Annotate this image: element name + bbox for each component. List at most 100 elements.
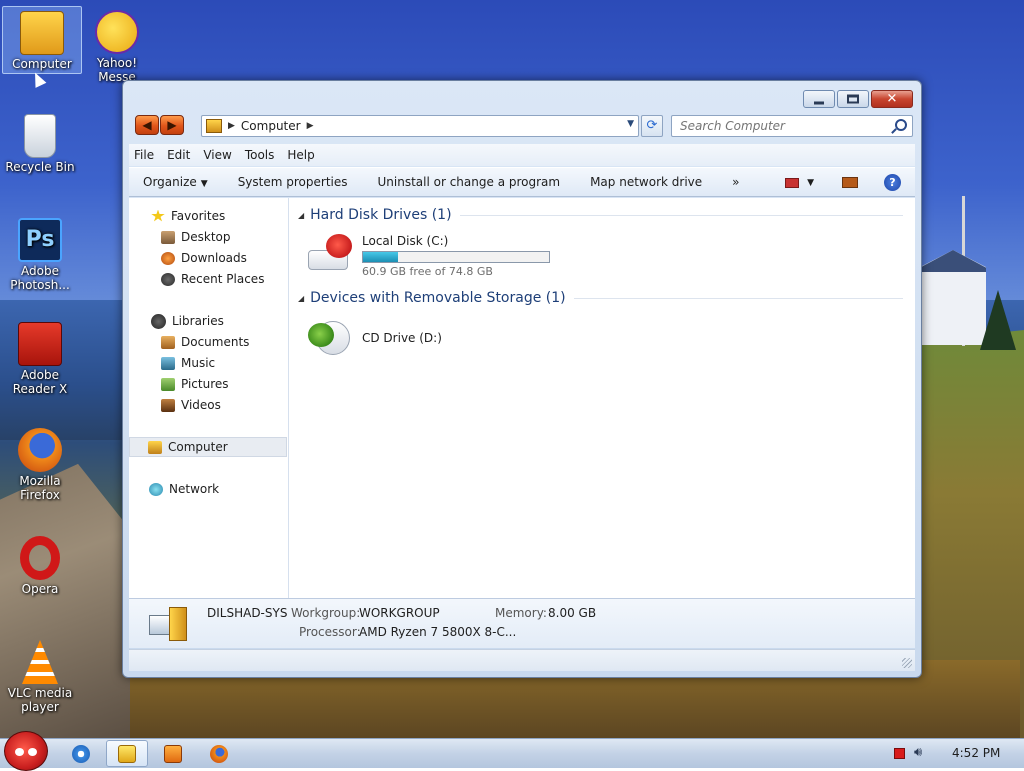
taskbar-internet-explorer[interactable] — [60, 740, 102, 767]
close-icon: ✕ — [886, 91, 898, 107]
menu-edit[interactable]: Edit — [167, 148, 190, 162]
opera-icon — [20, 536, 60, 580]
more-commands-button[interactable]: » — [732, 175, 739, 189]
minimize-icon — [814, 101, 824, 105]
drive-name: CD Drive (D:) — [362, 331, 442, 345]
group-header-removable-storage[interactable]: ◢ Devices with Removable Storage (1) — [298, 290, 903, 306]
tray-notification-icon[interactable] — [894, 748, 905, 759]
resize-grip-icon[interactable] — [902, 658, 912, 668]
nav-desktop[interactable]: Desktop — [129, 227, 287, 247]
view-icon — [785, 177, 800, 188]
desktop-icon-yahoo-messenger[interactable]: Yahoo! Messe — [78, 6, 156, 88]
nav-recent-places[interactable]: Recent Places — [129, 269, 287, 289]
address-bar[interactable]: ▶ Computer ▶ ▼ — [201, 115, 639, 137]
breadcrumb-separator-icon[interactable]: ▶ — [228, 121, 235, 131]
computer-name: DILSHAD-SYS — [207, 606, 288, 620]
map-network-drive-button[interactable]: Map network drive — [590, 175, 702, 189]
desktop-icon-firefox[interactable]: Mozilla Firefox — [0, 424, 80, 510]
vlc-icon — [22, 640, 58, 684]
memory-label: Memory: — [495, 606, 547, 620]
content-pane: ◢ Hard Disk Drives (1) Local Disk (C:) 6… — [290, 198, 915, 598]
navigation-arrows: ◀ ▶ — [135, 115, 185, 135]
drive-usage-fill — [363, 252, 398, 262]
desktop-icon-label: Adobe Photosh... — [10, 264, 70, 292]
drive-usage-bar — [362, 251, 550, 263]
collapse-triangle-icon[interactable]: ◢ — [298, 294, 304, 303]
search-box[interactable] — [671, 115, 913, 137]
taskbar-explorer[interactable] — [106, 740, 148, 767]
nav-label: Pictures — [181, 377, 229, 391]
menu-view[interactable]: View — [203, 148, 231, 162]
nav-label: Music — [181, 356, 216, 370]
close-button[interactable]: ✕ — [871, 90, 913, 108]
explorer-window[interactable]: ✕ ◀ ▶ ▶ Computer ▶ ▼ ⟳ File Edit View To… — [122, 80, 922, 678]
breadcrumb-computer[interactable]: Computer — [241, 119, 301, 133]
chevron-down-icon: ▼ — [807, 177, 814, 188]
nav-computer[interactable]: Computer — [129, 437, 287, 457]
change-view-button[interactable]: ▼ — [785, 177, 814, 188]
folder-icon — [118, 744, 136, 763]
maximize-button[interactable] — [837, 90, 869, 108]
collapse-triangle-icon[interactable]: ◢ — [298, 211, 304, 220]
system-properties-button[interactable]: System properties — [238, 175, 348, 189]
drive-cd-d[interactable]: CD Drive (D:) — [308, 317, 442, 355]
network-icon — [149, 482, 163, 496]
star-icon — [151, 209, 165, 222]
nav-libraries[interactable]: Libraries — [129, 311, 287, 331]
videos-icon — [161, 398, 175, 412]
search-icon[interactable] — [895, 119, 907, 131]
nav-pictures[interactable]: Pictures — [129, 374, 287, 394]
nav-downloads[interactable]: Downloads — [129, 248, 287, 268]
computer-icon — [147, 605, 189, 643]
group-header-hard-disk-drives[interactable]: ◢ Hard Disk Drives (1) — [298, 207, 903, 223]
start-button[interactable] — [4, 731, 48, 771]
preview-pane-button[interactable] — [842, 177, 858, 188]
address-dropdown-icon[interactable]: ▼ — [627, 119, 634, 129]
help-icon[interactable]: ? — [884, 174, 901, 191]
nav-videos[interactable]: Videos — [129, 395, 287, 415]
menu-bar: File Edit View Tools Help — [129, 144, 915, 166]
status-bar — [129, 649, 915, 671]
desktop-icon-photoshop[interactable]: Ps Adobe Photosh... — [0, 214, 80, 300]
organize-label: Organize — [143, 175, 197, 189]
back-button[interactable]: ◀ — [135, 115, 159, 135]
yahoo-messenger-icon — [95, 10, 139, 54]
angry-bird-green-icon — [308, 323, 334, 347]
command-bar: Organize ▼ System properties Uninstall or… — [129, 167, 915, 197]
desktop-icon-opera[interactable]: Opera — [0, 532, 80, 602]
speaker-icon[interactable]: 🔊︎ — [914, 745, 922, 760]
forward-button[interactable]: ▶ — [160, 115, 184, 135]
nav-music[interactable]: Music — [129, 353, 287, 373]
nav-label: Documents — [181, 335, 250, 349]
menu-help[interactable]: Help — [287, 148, 314, 162]
desktop-icon-label: Recycle Bin — [5, 160, 75, 174]
desktop-icon-adobe-reader[interactable]: Adobe Reader X — [0, 318, 80, 404]
drive-free-space: 60.9 GB free of 74.8 GB — [362, 265, 493, 278]
minimize-button[interactable] — [803, 90, 835, 108]
taskbar-media-player[interactable] — [152, 740, 194, 767]
chevron-down-icon: ▼ — [200, 179, 208, 189]
refresh-button[interactable]: ⟳ — [641, 115, 663, 137]
photoshop-icon: Ps — [18, 218, 62, 262]
computer-icon — [20, 11, 64, 55]
taskbar-firefox[interactable] — [198, 740, 240, 767]
menu-file[interactable]: File — [134, 148, 154, 162]
desktop-icon-recycle-bin[interactable]: Recycle Bin — [0, 110, 80, 180]
desktop-icon-computer[interactable]: Computer — [2, 6, 82, 74]
drive-local-disk-c[interactable]: Local Disk (C:) 60.9 GB free of 74.8 GB — [308, 234, 550, 278]
taskbar-clock[interactable]: 4:52 PM — [952, 746, 1000, 760]
nav-documents[interactable]: Documents — [129, 332, 287, 352]
nav-network[interactable]: Network — [129, 479, 287, 499]
nav-favorites[interactable]: Favorites — [129, 206, 287, 226]
group-divider — [459, 214, 903, 216]
menu-tools[interactable]: Tools — [245, 148, 275, 162]
wallpaper-roof — [920, 250, 986, 272]
search-input[interactable] — [678, 116, 888, 136]
group-divider — [573, 297, 903, 299]
organize-button[interactable]: Organize ▼ — [143, 175, 208, 189]
navigation-pane: Favorites Desktop Downloads Recent Place… — [129, 198, 289, 598]
breadcrumb-separator-icon[interactable]: ▶ — [307, 121, 314, 131]
hard-drive-icon — [308, 234, 354, 272]
uninstall-program-button[interactable]: Uninstall or change a program — [378, 175, 561, 189]
desktop-icon-vlc[interactable]: VLC media player — [0, 636, 80, 722]
